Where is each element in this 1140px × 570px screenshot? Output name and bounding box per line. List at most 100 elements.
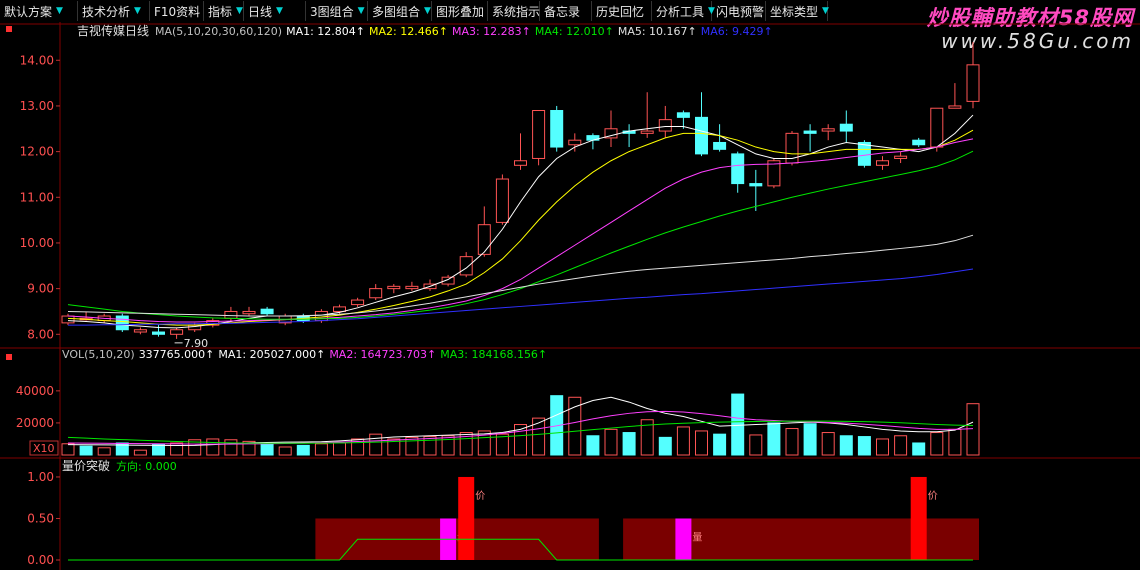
toolbar-button-8[interactable]: 系统指示 [488, 1, 540, 21]
candle-body [495, 178, 509, 223]
price-y-tick: 14.00 [20, 53, 54, 67]
volume-legend-item: 337765.000↑ [139, 348, 215, 361]
volume-legend-item: MA3: 184168.156↑ [440, 348, 547, 361]
toolbar-button-label: 历史回忆 [596, 4, 645, 19]
volume-bar [405, 436, 419, 456]
price-legend-item: MA4: 12.010↑ [535, 25, 614, 38]
indicator-legend: 方向: 0.000 [116, 459, 177, 473]
toolbar-button-label: 指标 [208, 4, 233, 19]
candle-body [333, 306, 346, 312]
signal-bar [675, 518, 692, 560]
signal-label: 价 [928, 490, 938, 502]
volume-bar [966, 403, 980, 456]
toolbar-button-label: 图形叠加 [436, 4, 485, 19]
volume-bar [839, 435, 853, 456]
volume-bar [152, 444, 165, 456]
volume-bar [206, 438, 220, 456]
signal-bar [458, 476, 475, 560]
toolbar-button-label: 日线 [248, 4, 273, 19]
volume-bar [333, 442, 346, 456]
toolbar-button-5[interactable]: 3图组合 ▼ [306, 1, 368, 21]
toolbar-button-6[interactable]: 多图组合 ▼ [368, 1, 432, 21]
volume-bar [61, 443, 75, 456]
candle-body [966, 64, 980, 102]
candle-body [930, 107, 944, 148]
candle-body [550, 110, 564, 148]
candle-body [876, 160, 889, 166]
toolbar-button-3[interactable]: 指标 ▼ [204, 1, 244, 21]
volume-bar [912, 442, 926, 456]
candle-body [749, 183, 763, 187]
volume-bar [803, 423, 817, 456]
volume-bar [170, 442, 184, 456]
price-legend-item: MA(5,10,20,30,60,120) [155, 25, 282, 38]
dropdown-arrow-icon: ▼ [56, 6, 63, 16]
price-y-tick: 13.00 [20, 99, 54, 113]
volume-y-tick: 20000 [16, 416, 54, 430]
toolbar-button-10[interactable]: 历史回忆 [592, 1, 652, 21]
candle-body [133, 329, 147, 333]
candle-body [948, 105, 962, 109]
moving-average-line-ma6 [68, 268, 974, 326]
candle-body [676, 112, 690, 118]
indicator-legend-item: 方向: 0.000 [116, 459, 177, 473]
indicator-y-tick: 0.50 [27, 511, 54, 525]
toolbar-button-label: 默认方案 [4, 4, 53, 19]
volume-bar [767, 422, 781, 456]
volume-bar [749, 434, 763, 456]
volume-bar [369, 433, 383, 456]
toolbar-button-label: 技术分析 [82, 4, 131, 19]
price-title: 吉视传媒日线 [77, 23, 149, 38]
dropdown-arrow-icon: ▼ [822, 6, 829, 16]
volume-bar [441, 435, 455, 456]
toolbar-button-1[interactable]: 技术分析 ▼ [78, 1, 150, 21]
toolbar-button-4[interactable]: 日线 ▼ [244, 1, 306, 21]
price-legend-item: MA3: 12.283↑ [452, 25, 531, 38]
volume-legend-item: MA1: 205027.000↑ [218, 348, 325, 361]
volume-bar [296, 444, 310, 456]
volume-bar [622, 432, 636, 456]
volume-bar [314, 443, 328, 456]
toolbar-button-0[interactable]: 默认方案 ▼ [0, 1, 78, 21]
toolbar-button-7[interactable]: 图形叠加 [432, 1, 488, 21]
volume-bar [658, 436, 672, 456]
signal-bar [910, 476, 927, 560]
dropdown-arrow-icon: ▼ [424, 6, 431, 16]
candle-body [839, 123, 853, 132]
volume-bar [948, 428, 962, 456]
candle-body [731, 153, 745, 185]
toolbar-button-12[interactable]: 闪电预警 [712, 1, 766, 21]
candle-body [640, 130, 654, 134]
toolbar-button-2[interactable]: F10资料 [150, 1, 204, 21]
pane-marker [6, 26, 12, 32]
stock-chart[interactable]: 8.00 9.00 10.00 11.00 12.00 13.00 14.00 20000 40… [0, 22, 1140, 570]
volume-legend-item: VOL(5,10,20) [62, 348, 135, 361]
dropdown-arrow-icon: ▼ [236, 6, 243, 16]
toolbar-button-label: 分析工具 [656, 4, 705, 19]
signal-label: 量 [692, 531, 702, 543]
price-legend-item: MA2: 12.466↑ [369, 25, 448, 38]
price-legend: MA(5,10,20,30,60,120) MA1: 12.804↑ MA2: 12… [155, 25, 773, 38]
candle-body [170, 329, 184, 335]
indicator-y-tick: 0.00 [27, 553, 54, 567]
volume-bar [930, 432, 944, 456]
toolbar-button-9[interactable]: 备忘录 [540, 1, 592, 21]
signal-label: 价 [475, 490, 485, 502]
toolbar-button-label: 多图组合 [372, 4, 421, 19]
candle-body [61, 315, 75, 324]
candle-body [369, 288, 383, 299]
candle-body [459, 256, 473, 276]
candle-body [514, 160, 527, 166]
dropdown-arrow-icon: ▼ [276, 6, 283, 16]
moving-average-line-ma4 [67, 150, 974, 320]
volume-bar [731, 393, 745, 456]
toolbar-button-13[interactable]: 坐标类型 ▼ [766, 1, 829, 21]
candle-body [152, 331, 165, 335]
toolbar-button-label: 坐标类型 [770, 4, 819, 19]
dropdown-arrow-icon: ▼ [134, 6, 141, 16]
candle-body [115, 315, 129, 331]
price-y-tick: 10.00 [20, 236, 54, 250]
toolbar-button-11[interactable]: 分析工具 ▼ [652, 1, 715, 21]
candle-body [242, 310, 256, 315]
candle-body [894, 155, 908, 159]
